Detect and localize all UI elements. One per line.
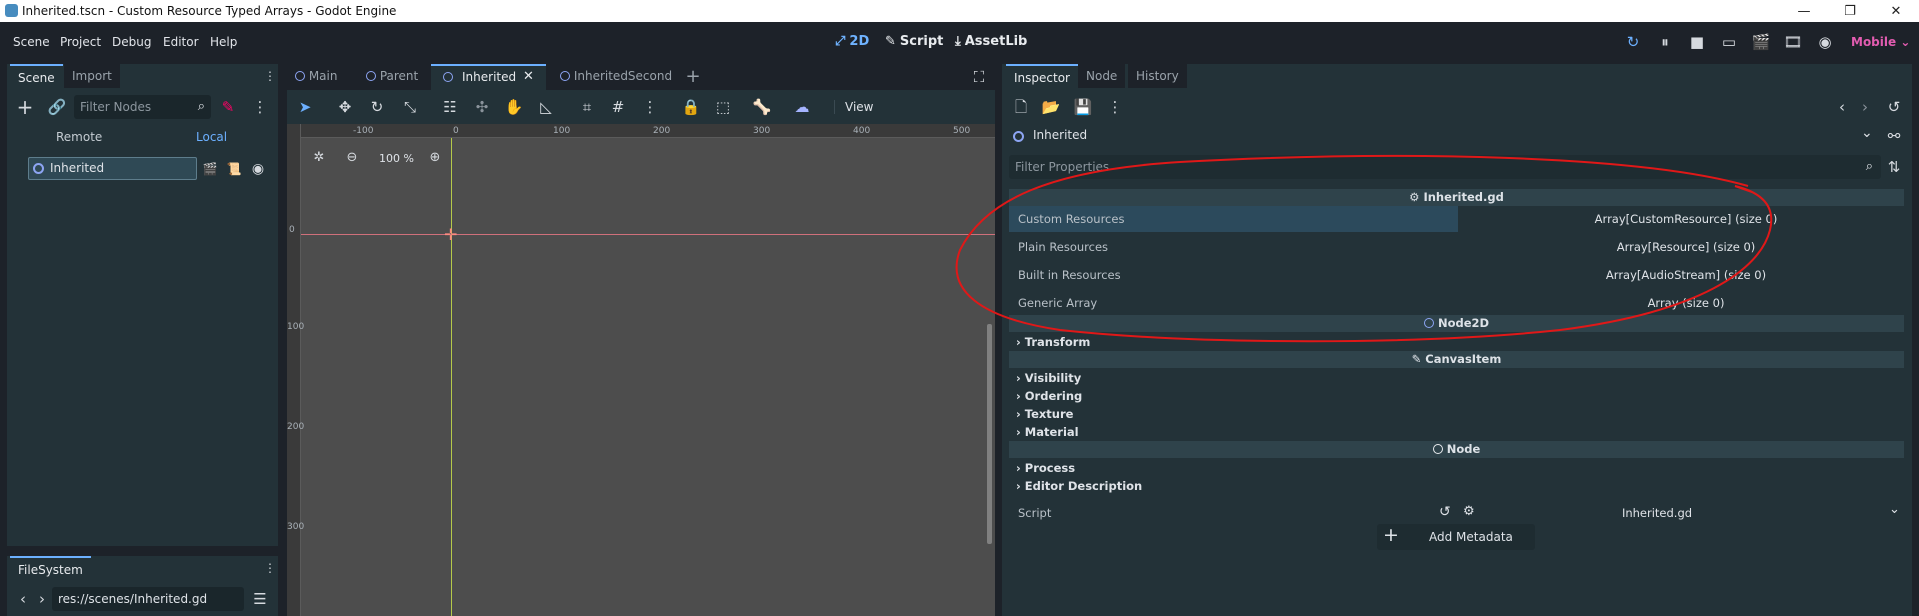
red-annotation-circle: [955, 155, 1773, 343]
